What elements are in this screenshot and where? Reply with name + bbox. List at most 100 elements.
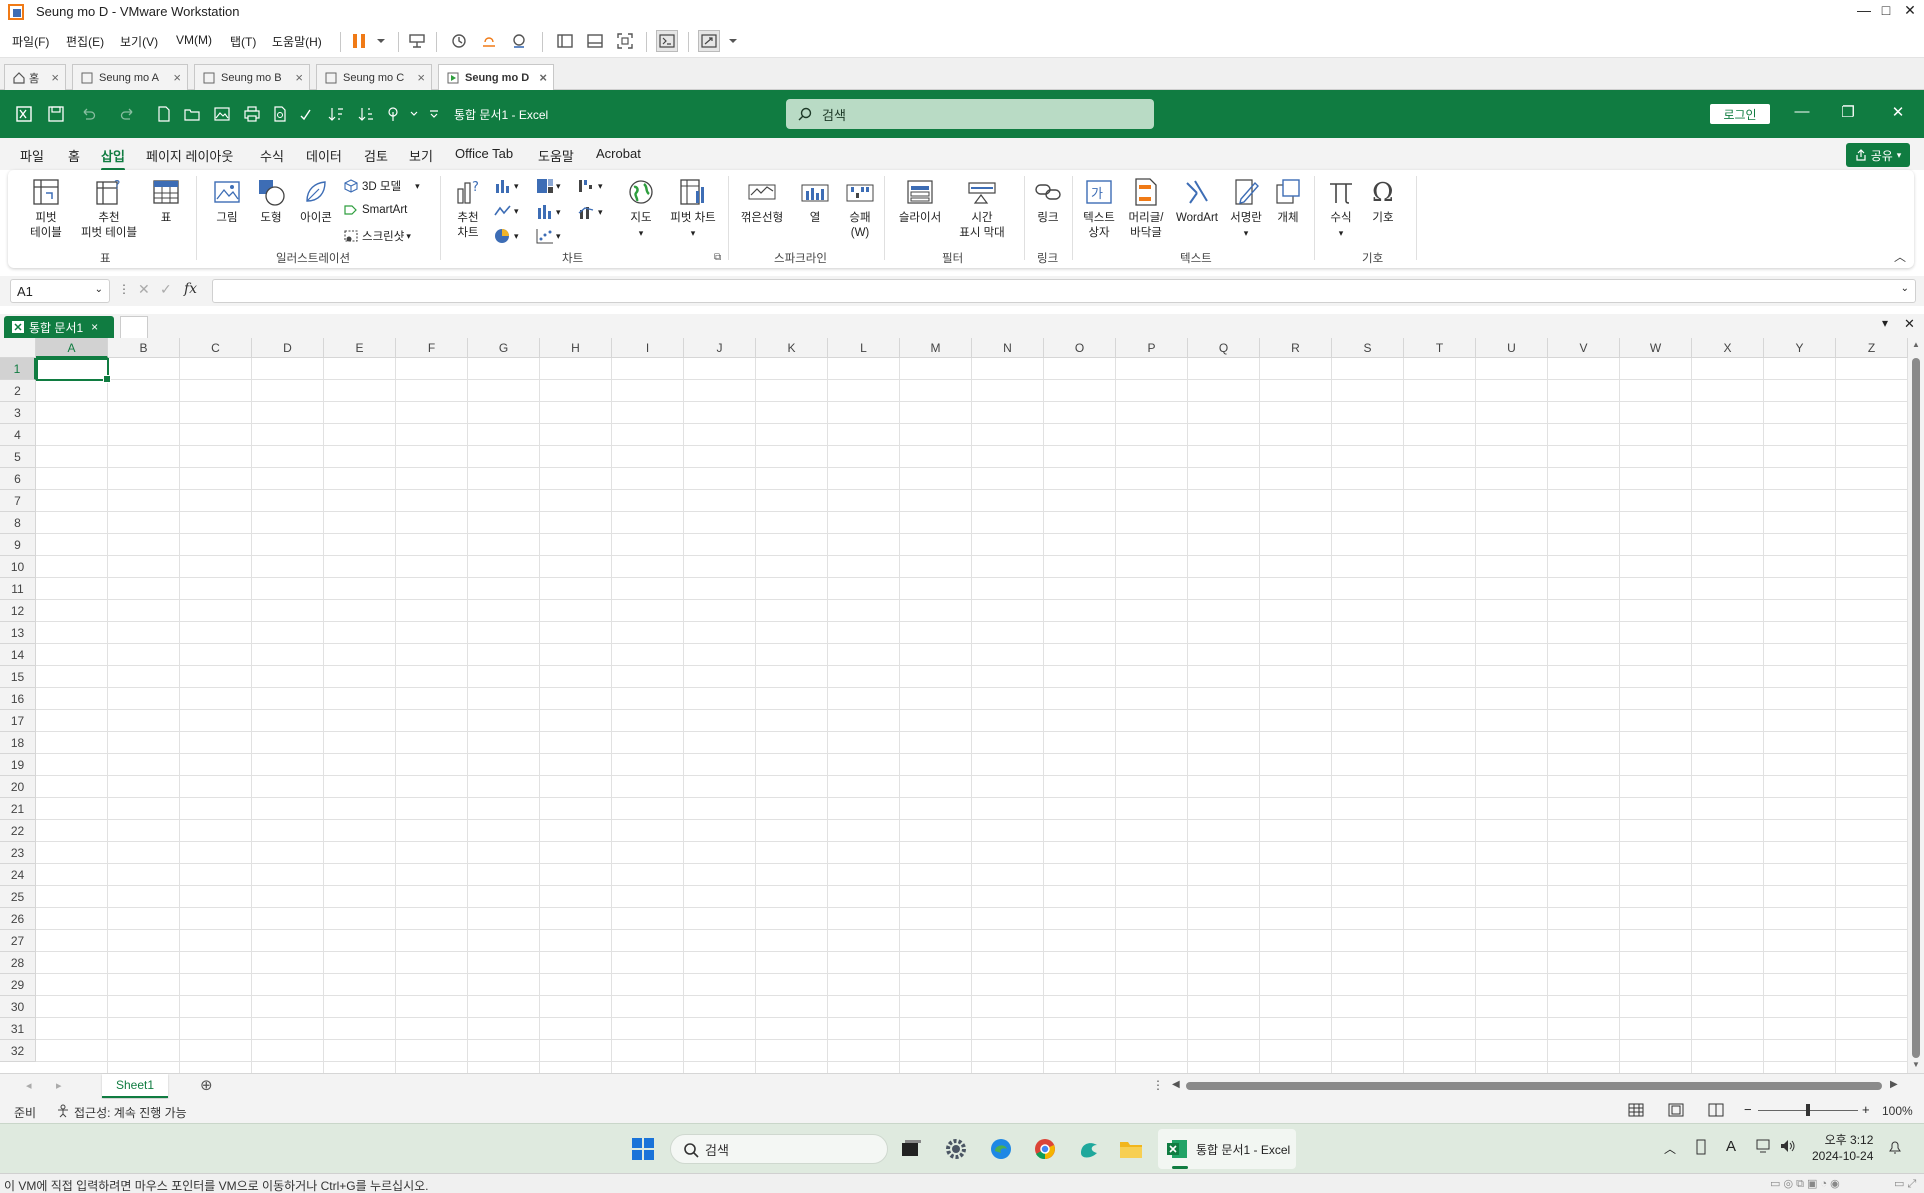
column-header-e[interactable]: E <box>324 338 396 358</box>
tab-data[interactable]: 데이터 <box>306 146 342 165</box>
task-view-icon[interactable] <box>898 1136 924 1162</box>
shapes-button[interactable]: 도형 <box>252 176 290 226</box>
more-options-icon[interactable]: ⋮ <box>118 282 130 296</box>
network-icon[interactable] <box>1756 1139 1772 1153</box>
tab-seung-mo-c[interactable]: Seung mo C × <box>316 64 432 90</box>
sheet-tab-sheet1[interactable]: Sheet1 <box>102 1074 168 1098</box>
device-status-icons[interactable]: ▭ ◎ ⧉ ▣ ◔ ◉ <box>1770 1177 1840 1191</box>
tab-office-tab[interactable]: Office Tab <box>455 146 513 161</box>
column-header-c[interactable]: C <box>180 338 252 358</box>
zoom-in-button[interactable]: + <box>1862 1102 1870 1117</box>
scroll-down-icon[interactable]: ▼ <box>1912 1060 1920 1069</box>
close-icon[interactable]: × <box>417 70 425 85</box>
row-header-9[interactable]: 9 <box>0 534 36 556</box>
accessibility-icon[interactable] <box>56 1104 70 1118</box>
taskbar-search[interactable]: 검색 <box>670 1134 888 1164</box>
row-header-20[interactable]: 20 <box>0 776 36 798</box>
line-chart-button[interactable]: ▾ <box>494 204 519 218</box>
copilot-icon[interactable] <box>1076 1136 1102 1162</box>
row-header-12[interactable]: 12 <box>0 600 36 622</box>
tab-review[interactable]: 검토 <box>364 146 388 165</box>
notification-bell-icon[interactable] <box>1888 1139 1902 1155</box>
tab-page-layout[interactable]: 페이지 레이아웃 <box>146 146 233 165</box>
minimize-button[interactable]: — <box>1852 2 1876 18</box>
column-header-a[interactable]: A <box>36 338 108 358</box>
signature-line-button[interactable]: 서명란 ▾ <box>1224 176 1268 241</box>
column-header-t[interactable]: T <box>1404 338 1476 358</box>
row-header-10[interactable]: 10 <box>0 556 36 578</box>
pie-chart-button[interactable]: ▾ <box>494 228 519 244</box>
chevron-down-icon[interactable] <box>370 30 392 52</box>
column-header-p[interactable]: P <box>1116 338 1188 358</box>
open-folder-icon[interactable] <box>182 104 202 124</box>
row-header-11[interactable]: 11 <box>0 578 36 600</box>
tab-seung-mo-d[interactable]: Seung mo D × <box>438 64 554 91</box>
row-header-13[interactable]: 13 <box>0 622 36 644</box>
tab-home[interactable]: 홈 × <box>4 64 66 90</box>
row-header-19[interactable]: 19 <box>0 754 36 776</box>
page-break-view-icon[interactable] <box>1708 1103 1724 1117</box>
recommended-pivot-button[interactable]: ? 추천 피벗 테이블 <box>76 176 142 241</box>
taskbar-clock[interactable]: 오후 3:12 2024-10-24 <box>1812 1132 1873 1164</box>
vm-menu-file[interactable]: 파일(F) <box>12 33 49 50</box>
maximize-button[interactable]: □ <box>1874 2 1898 18</box>
tab-help[interactable]: 도움말 <box>538 146 574 165</box>
column-header-u[interactable]: U <box>1476 338 1548 358</box>
zoom-slider-thumb[interactable] <box>1806 1104 1810 1116</box>
close-button[interactable]: ✕ <box>1898 2 1922 19</box>
scatter-chart-button[interactable]: ▾ <box>536 228 561 244</box>
row-header-3[interactable]: 3 <box>0 402 36 424</box>
file-explorer-icon[interactable] <box>1118 1136 1144 1162</box>
touch-mode-icon[interactable] <box>384 104 404 124</box>
tab-file[interactable]: 파일 <box>20 146 44 165</box>
maps-button[interactable]: 지도 ▾ <box>624 176 658 241</box>
dialog-launcher-icon[interactable]: ⧉ <box>714 252 721 263</box>
sort-descending-icon[interactable] <box>356 104 376 124</box>
share-button[interactable]: 공유 ▾ <box>1846 143 1910 167</box>
table-button[interactable]: 표 <box>148 176 184 226</box>
thumbnail-bar-icon[interactable] <box>584 30 606 52</box>
spreadsheet-grid[interactable]: ABCDEFGHIJKLMNOPQRSTUVWXYZ 1 2 3 4 5 6 7 8 9 10 11… <box>0 338 1908 1073</box>
snapshot-icon[interactable] <box>448 30 470 52</box>
tab-formulas[interactable]: 수식 <box>260 146 284 165</box>
picture-button[interactable]: 그림 <box>208 176 246 226</box>
confirm-entry-icon[interactable]: ✓ <box>160 281 172 298</box>
row-header-6[interactable]: 6 <box>0 468 36 490</box>
save-icon[interactable] <box>46 104 66 124</box>
login-button[interactable]: 로그인 <box>1710 104 1770 124</box>
row-header-30[interactable]: 30 <box>0 996 36 1018</box>
column-header-n[interactable]: N <box>972 338 1044 358</box>
vm-menu-edit[interactable]: 편집(E) <box>66 33 104 50</box>
tab-seung-mo-b[interactable]: Seung mo B × <box>194 64 310 90</box>
waterfall-chart-button[interactable]: ▾ <box>578 178 603 194</box>
column-header-b[interactable]: B <box>108 338 180 358</box>
row-header-17[interactable]: 17 <box>0 710 36 732</box>
slicer-button[interactable]: 슬라이서 <box>892 176 948 226</box>
ime-icon[interactable]: A <box>1726 1138 1736 1155</box>
taskbar-excel-item[interactable]: 통합 문서1 - Excel <box>1158 1129 1296 1169</box>
column-header-d[interactable]: D <box>252 338 324 358</box>
excel-minimize-button[interactable]: — <box>1792 103 1812 120</box>
tab-home[interactable]: 홈 <box>68 146 80 165</box>
stretch-guest-icon[interactable] <box>698 30 720 52</box>
column-header-y[interactable]: Y <box>1764 338 1836 358</box>
column-header-m[interactable]: M <box>900 338 972 358</box>
row-header-14[interactable]: 14 <box>0 644 36 666</box>
close-icon[interactable]: × <box>539 70 547 85</box>
print-preview-icon[interactable] <box>270 104 290 124</box>
chevron-down-icon[interactable] <box>722 30 744 52</box>
status-accessibility[interactable]: 접근성: 계속 진행 가능 <box>74 1104 187 1121</box>
tab-insert[interactable]: 삽입 <box>101 146 125 171</box>
textbox-button[interactable]: 가 텍스트 상자 <box>1078 176 1120 241</box>
column-header-x[interactable]: X <box>1692 338 1764 358</box>
sort-ascending-icon[interactable] <box>326 104 346 124</box>
zoom-out-button[interactable]: − <box>1744 1102 1752 1117</box>
row-header-22[interactable]: 22 <box>0 820 36 842</box>
close-icon[interactable]: × <box>295 70 303 85</box>
page-layout-view-icon[interactable] <box>1668 1103 1684 1117</box>
column-header-o[interactable]: O <box>1044 338 1116 358</box>
column-header-h[interactable]: H <box>540 338 612 358</box>
column-header-f[interactable]: F <box>396 338 468 358</box>
sparkline-line-button[interactable]: 꺾은선형 <box>736 176 788 226</box>
insert-function-button[interactable]: fx <box>184 281 197 297</box>
